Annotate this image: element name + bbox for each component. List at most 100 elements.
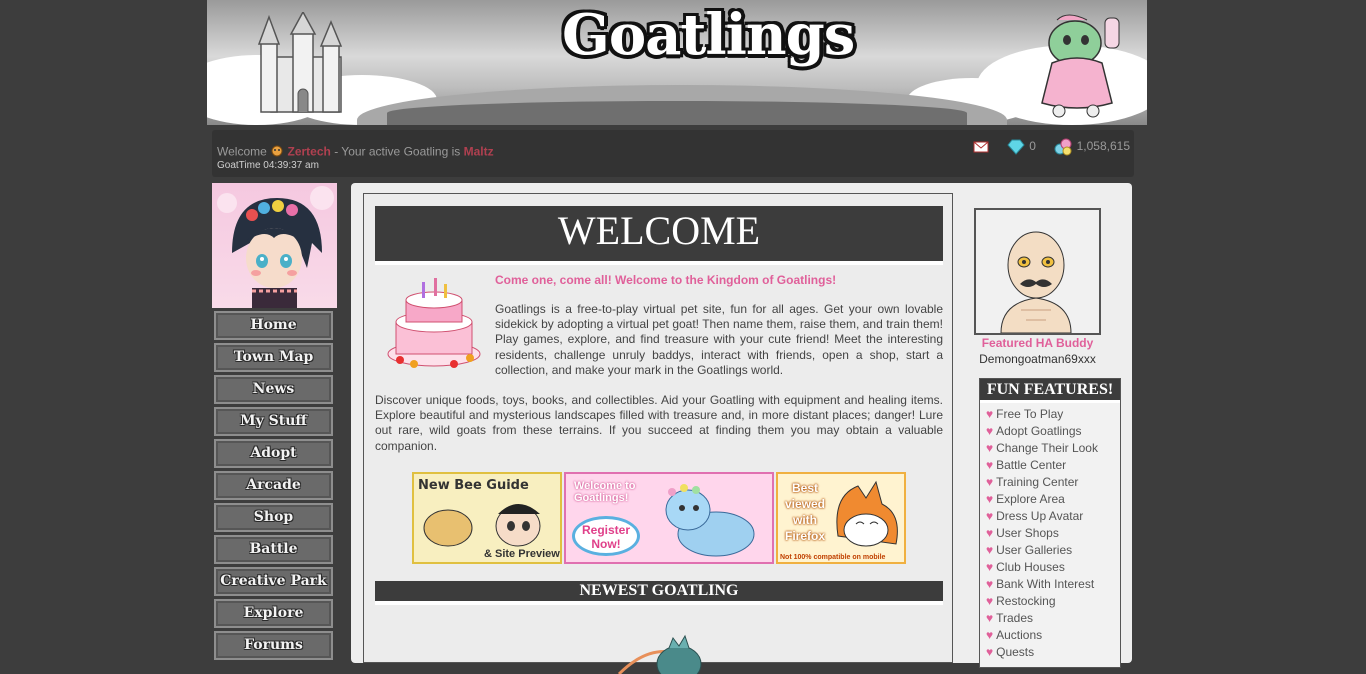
fun-feature-item[interactable]: ♥ Bank With Interest	[986, 576, 1120, 593]
user-avatar[interactable]	[212, 183, 337, 308]
guide-subtitle: & Site Preview	[484, 548, 560, 560]
active-goatling-label: - Your active Goatling is	[334, 144, 461, 159]
heart-icon: ♥	[986, 645, 994, 659]
heart-icon: ♥	[986, 458, 994, 472]
active-goatling-link[interactable]: Maltz	[464, 145, 494, 159]
fun-feature-item[interactable]: ♥ User Galleries	[986, 542, 1120, 559]
nav-explore-button[interactable]: Explore	[214, 599, 333, 628]
user-bar: Welcome Zertech - Your active Goatling i…	[212, 130, 1134, 177]
fun-feature-label: User Galleries	[996, 543, 1073, 557]
fun-feature-label: Adopt Goatlings	[996, 424, 1082, 438]
fun-feature-label: Dress Up Avatar	[996, 509, 1084, 523]
fun-feature-label: Explore Area	[996, 492, 1065, 506]
site-logo[interactable]: Goatlings	[562, 2, 855, 68]
welcome-label: Welcome	[217, 144, 267, 159]
fun-feature-label: Auctions	[996, 628, 1043, 642]
currency-count: 1,058,615	[1076, 139, 1130, 154]
heart-icon: ♥	[986, 407, 994, 421]
fun-feature-item[interactable]: ♥ Quests	[986, 644, 1120, 661]
nav-creative-park-button[interactable]: Creative Park	[214, 567, 333, 596]
page-wrapper: Goatlings Welcome Zertech - Your active …	[207, 0, 1147, 674]
heart-icon: ♥	[986, 509, 994, 523]
heart-icon: ♥	[986, 594, 994, 608]
intro-title: Come one, come all! Welcome to the Kingd…	[495, 273, 837, 287]
blue-goat-icon	[665, 484, 755, 557]
firefox-banner[interactable]: Best viewed with Firefox Not 100% compat…	[776, 472, 906, 564]
left-nav: Home Town Map News My Stuff Adopt Arcade Shop B…	[212, 183, 337, 660]
fun-feature-item[interactable]: ♥ Trades	[986, 610, 1120, 627]
fun-feature-item[interactable]: ♥ Club Houses	[986, 559, 1120, 576]
fun-feature-item[interactable]: ♥ Free To Play	[986, 406, 1120, 423]
nav-town-map-button[interactable]: Town Map	[214, 343, 333, 372]
featured-buddy-name[interactable]: Demongoatman69xxx	[961, 352, 1114, 366]
fun-feature-item[interactable]: ♥ Adopt Goatlings	[986, 423, 1120, 440]
nav-my-stuff-button[interactable]: My Stuff	[214, 407, 333, 436]
nav-arcade-button[interactable]: Arcade	[214, 471, 333, 500]
fun-feature-item[interactable]: ♥ User Shops	[986, 525, 1120, 542]
gems-display[interactable]: 0	[1006, 139, 1036, 155]
mail-button[interactable]	[973, 139, 989, 153]
fun-feature-item[interactable]: ♥ Dress Up Avatar	[986, 508, 1120, 525]
fun-feature-item[interactable]: ♥ Change Their Look	[986, 440, 1120, 457]
user-icon	[270, 144, 284, 161]
nav-forums-button[interactable]: Forums	[214, 631, 333, 660]
promo-banners: New Bee Guide & Site Preview Welcome to …	[412, 472, 906, 564]
fun-feature-label: Training Center	[996, 475, 1079, 489]
intro-text: Goatlings is a free-to-play virtual pet …	[495, 302, 943, 377]
goat-time: GoatTime 04:39:37 am	[217, 160, 319, 171]
nav-shop-button[interactable]: Shop	[214, 503, 333, 532]
heart-icon: ♥	[986, 628, 994, 642]
buddy-avatar-image	[1000, 231, 1072, 334]
nav-battle-button[interactable]: Battle	[214, 535, 333, 564]
currency-display[interactable]: 1,058,615	[1053, 138, 1130, 156]
username-link[interactable]: Zertech	[287, 145, 330, 159]
mail-icon	[973, 141, 989, 153]
fun-features-heading: FUN FEATURES!	[980, 379, 1120, 403]
content-box: WELCOME Come one, come all! Welcome to t…	[363, 193, 953, 674]
fun-feature-item[interactable]: ♥ Auctions	[986, 627, 1120, 644]
nav-list: Home Town Map News My Stuff Adopt Arcade Shop B…	[212, 311, 337, 660]
firefox-text: Best viewed with Firefox	[784, 481, 826, 543]
fun-feature-item[interactable]: ♥ Battle Center	[986, 457, 1120, 474]
heart-icon: ♥	[986, 526, 994, 540]
fun-feature-label: Battle Center	[996, 458, 1067, 472]
nav-news-button[interactable]: News	[214, 375, 333, 404]
fun-feature-item[interactable]: ♥ Restocking	[986, 593, 1120, 610]
fun-feature-label: Free To Play	[996, 407, 1064, 421]
nav-adopt-button[interactable]: Adopt	[214, 439, 333, 468]
featured-buddy-avatar[interactable]	[974, 208, 1101, 335]
fun-features-box: FUN FEATURES! ♥ Free To Play ♥ Adopt Goatli…	[979, 378, 1121, 668]
fun-feature-item[interactable]: ♥ Training Center	[986, 474, 1120, 491]
fun-feature-label: Trades	[996, 611, 1034, 625]
register-banner[interactable]: Welcome to Goatlings! Register Now!	[564, 472, 774, 564]
user-stats: 0 1,058,615	[959, 138, 1130, 160]
heart-icon: ♥	[986, 441, 994, 455]
heart-icon: ♥	[986, 424, 994, 438]
firefox-note: Not 100% compatible on mobile	[780, 554, 886, 561]
welcome-line: Welcome Zertech - Your active Goatling i…	[217, 144, 494, 161]
gem-icon	[1007, 139, 1025, 155]
heart-icon: ♥	[986, 611, 994, 625]
mascot-goat-icon	[1041, 14, 1120, 118]
discover-text: Discover unique foods, toys, books, and …	[375, 393, 943, 453]
bee-goat-icon	[423, 504, 541, 547]
newest-goatling-image[interactable]	[609, 634, 709, 674]
new-bee-guide-banner[interactable]: New Bee Guide & Site Preview	[412, 472, 562, 564]
guide-title: New Bee Guide	[418, 478, 529, 493]
heart-icon: ♥	[986, 577, 994, 591]
fox-icon	[836, 480, 898, 547]
fun-feature-label: Quests	[996, 645, 1035, 659]
road	[387, 101, 967, 125]
register-now-button[interactable]: Register Now!	[572, 516, 640, 556]
gems-count: 0	[1029, 139, 1036, 154]
birthday-cake-icon	[387, 278, 481, 368]
fun-feature-label: Bank With Interest	[996, 577, 1095, 591]
register-welcome-text: Welcome to Goatlings!	[574, 480, 636, 504]
fun-feature-label: User Shops	[996, 526, 1059, 540]
heart-icon: ♥	[986, 560, 994, 574]
avatar-image	[217, 186, 334, 308]
nav-home-button[interactable]: Home	[214, 311, 333, 340]
welcome-heading: WELCOME	[375, 206, 943, 265]
fun-feature-label: Restocking	[996, 594, 1056, 608]
fun-feature-item[interactable]: ♥ Explore Area	[986, 491, 1120, 508]
